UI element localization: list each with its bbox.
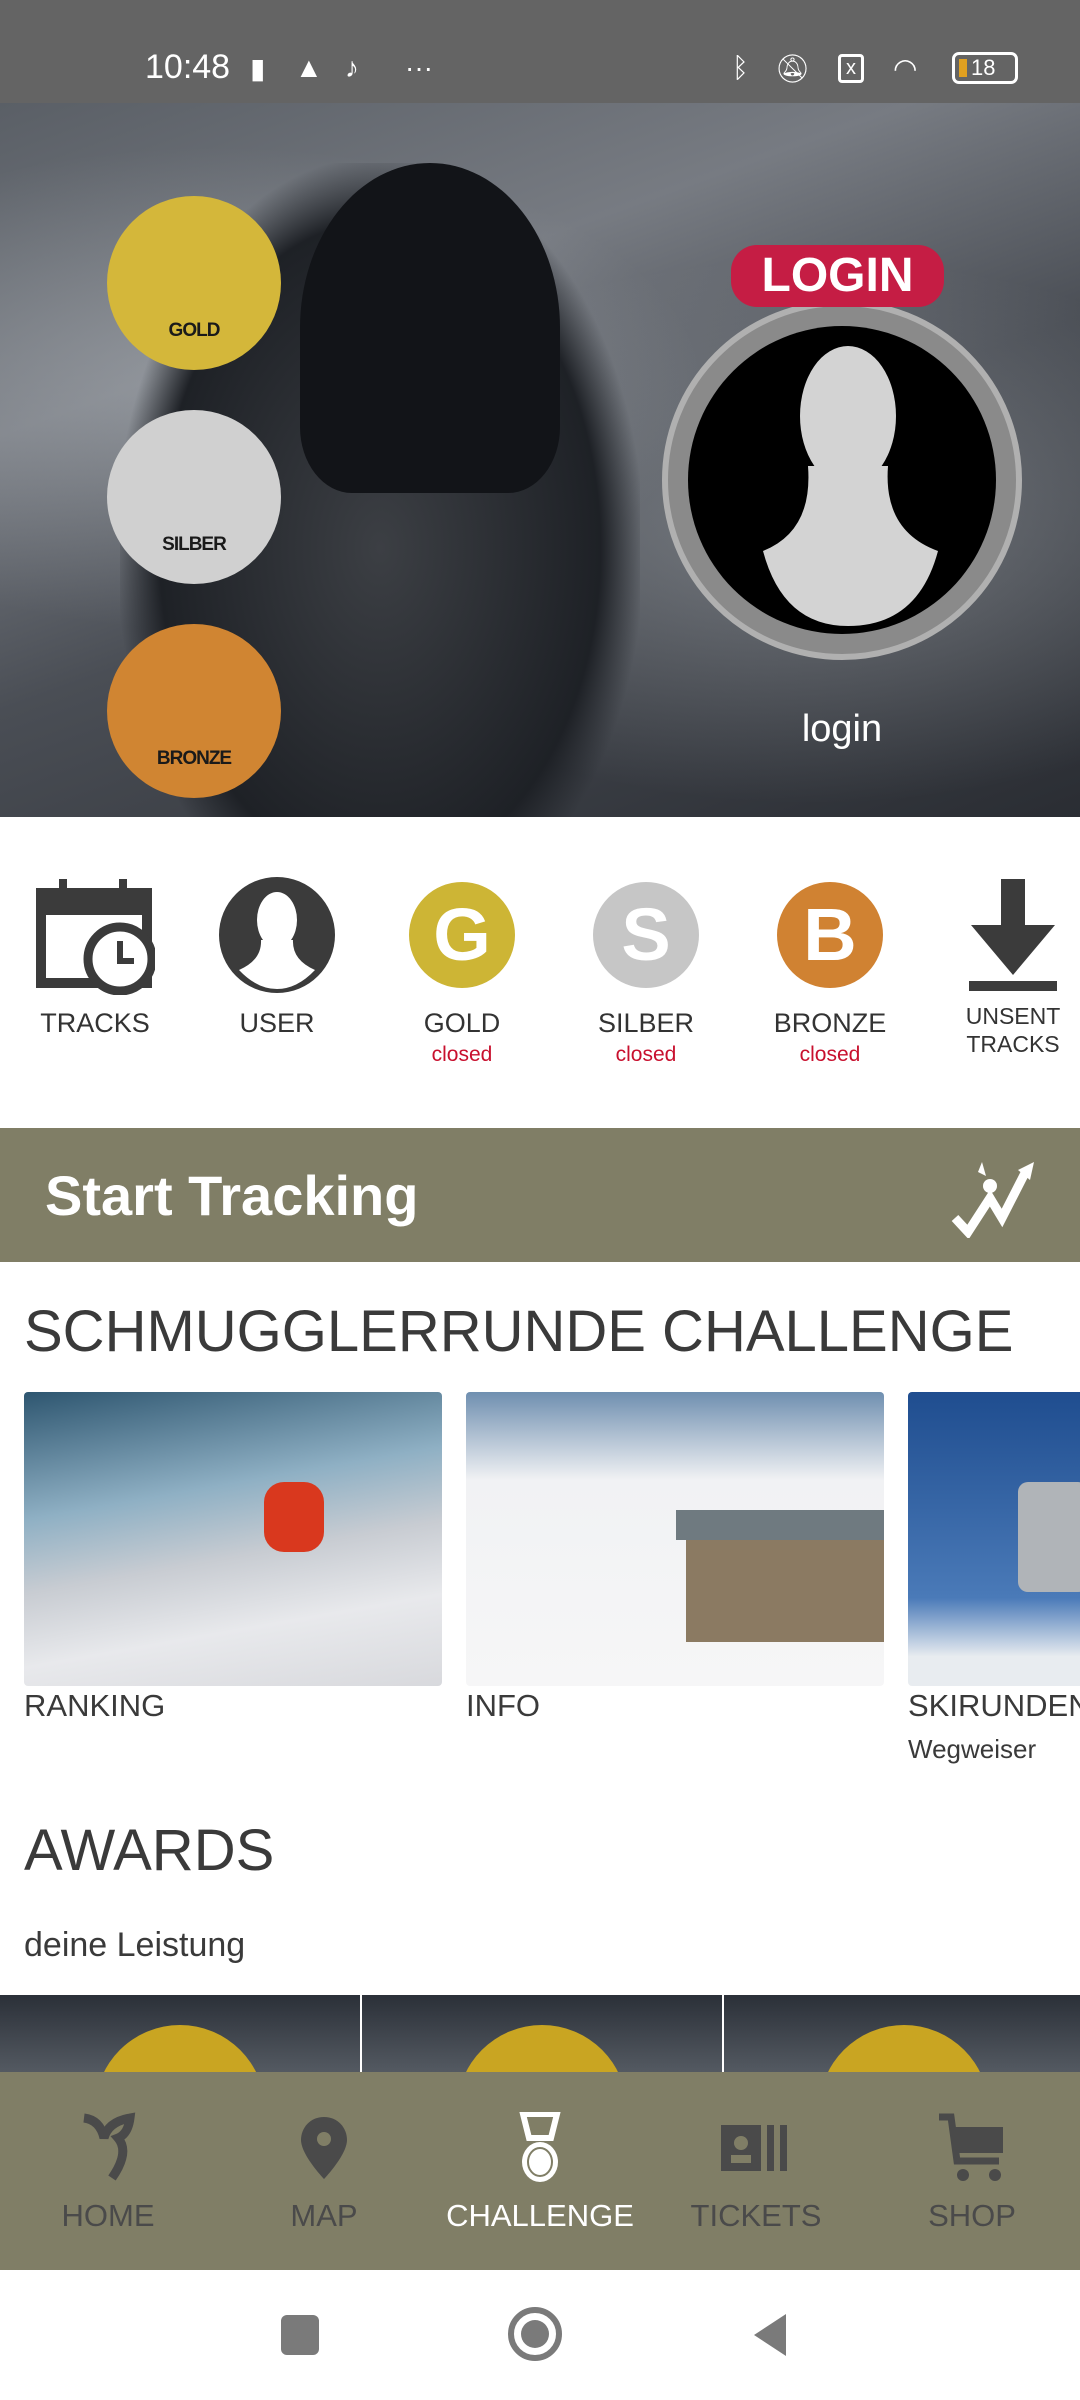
- bottom-nav: HOME MAP CHALLENGE TICKETS SHOP: [0, 2072, 1080, 2270]
- avatar[interactable]: [662, 300, 1022, 660]
- login-badge[interactable]: LOGIN: [731, 245, 944, 307]
- medal-label: GOLD: [168, 320, 221, 341]
- quick-silber[interactable]: S SILBER closed: [556, 870, 736, 1067]
- bronze-badge-icon: B: [777, 882, 883, 988]
- quick-unsent-tracks[interactable]: UNSENT TRACKS: [923, 870, 1080, 1058]
- nav-tickets[interactable]: TICKETS: [648, 2072, 864, 2270]
- no-sim-icon: x: [838, 54, 864, 83]
- status-time: 10:48: [145, 48, 231, 86]
- system-nav-bar: [0, 2270, 1080, 2400]
- phone-figure: [1018, 1482, 1080, 1592]
- hero-hat-image: [300, 163, 560, 493]
- status-closed: closed: [615, 1043, 677, 1066]
- challenge-title: SCHMUGGLERRUNDE CHALLENGE: [24, 1299, 1014, 1364]
- start-tracking-button[interactable]: Start Tracking: [0, 1128, 1080, 1262]
- card-skirunden-sublabel: Wegweiser: [908, 1734, 1037, 1764]
- gold-coin-icon: [819, 2025, 989, 2075]
- status-bar: 10:48 ▮ ▲ ♪ ··· ᛒ 🔕︎ x ◠ 18: [0, 0, 1080, 103]
- battery-level: 18: [971, 55, 996, 80]
- skier-figure: [264, 1482, 324, 1552]
- quick-label: GOLD: [423, 1008, 501, 1038]
- card-info-label[interactable]: INFO: [466, 1688, 540, 1724]
- home-logo-icon: [0, 2108, 216, 2188]
- nav-shop[interactable]: SHOP: [864, 2072, 1080, 2270]
- award-card[interactable]: [0, 1995, 360, 2075]
- hut-figure: [686, 1532, 884, 1642]
- gold-coin-icon: [457, 2025, 627, 2075]
- nav-map[interactable]: MAP: [216, 2072, 432, 2270]
- back-button[interactable]: [752, 2312, 788, 2358]
- awards-strip: [0, 1995, 1080, 2075]
- medal-label: BRONZE: [156, 748, 232, 769]
- medal-bronze[interactable]: BRONZE: [107, 624, 281, 798]
- warning-icon: ▲: [295, 52, 323, 83]
- card-ranking-image[interactable]: [24, 1392, 442, 1686]
- hut-roof: [676, 1510, 884, 1540]
- mute-icon: 🔕︎: [775, 53, 811, 84]
- more-icon: ···: [405, 52, 433, 83]
- medal-label: SILBER: [162, 534, 227, 555]
- battery-saver-icon: ▮: [250, 53, 266, 84]
- calendar-clock-icon: [30, 870, 160, 1000]
- battery-icon: 18: [952, 52, 1018, 84]
- home-button[interactable]: [508, 2307, 562, 2361]
- medal-gold[interactable]: GOLD: [107, 196, 281, 370]
- download-icon: [948, 870, 1078, 1000]
- quick-label: BRONZE: [773, 1008, 887, 1038]
- start-tracking-label: Start Tracking: [45, 1164, 419, 1227]
- card-info-image[interactable]: [466, 1392, 884, 1686]
- status-closed: closed: [799, 1043, 861, 1066]
- user-silhouette-icon: [763, 346, 938, 626]
- nav-home[interactable]: HOME: [0, 2072, 216, 2270]
- ticket-icon: [648, 2108, 864, 2188]
- user-icon: [212, 870, 342, 1000]
- cart-icon: [864, 2108, 1080, 2188]
- card-ranking-label[interactable]: RANKING: [24, 1688, 165, 1724]
- status-closed: closed: [431, 1043, 493, 1066]
- quick-bronze[interactable]: B BRONZE closed: [740, 870, 920, 1067]
- nav-label: SHOP: [928, 2198, 1016, 2233]
- gold-badge-icon: G: [409, 882, 515, 988]
- nav-label: MAP: [290, 2198, 358, 2233]
- quick-label: UNSENT TRACKS: [965, 1003, 1061, 1057]
- quick-user[interactable]: USER: [187, 870, 367, 1039]
- wifi-icon: ◠: [893, 53, 918, 84]
- tracking-activity-icon: [951, 1162, 1034, 1238]
- map-pin-icon: [216, 2108, 432, 2188]
- login-link[interactable]: login: [742, 708, 942, 751]
- quick-label: USER: [239, 1008, 315, 1038]
- award-card[interactable]: [724, 1995, 1080, 2075]
- award-card[interactable]: [362, 1995, 722, 2075]
- medal-icon: [432, 2108, 648, 2188]
- quick-tracks[interactable]: TRACKS: [5, 870, 185, 1039]
- card-skirunden-image[interactable]: [908, 1392, 1080, 1686]
- tiktok-icon: ♪: [345, 52, 359, 83]
- nav-label: CHALLENGE: [446, 2198, 634, 2233]
- card-skirunden-label[interactable]: SKIRUNDEN: [908, 1688, 1080, 1724]
- hero-banner: GOLD SILBER BRONZE LOGIN login: [0, 103, 1080, 817]
- nav-label: TICKETS: [690, 2198, 822, 2233]
- quick-label: SILBER: [597, 1008, 695, 1038]
- medal-silber[interactable]: SILBER: [107, 410, 281, 584]
- awards-subtitle: deine Leistung: [24, 1926, 246, 1964]
- nav-label: HOME: [61, 2198, 155, 2233]
- bluetooth-icon: ᛒ: [732, 52, 749, 83]
- awards-title: AWARDS: [24, 1818, 275, 1883]
- quick-label: TRACKS: [40, 1008, 150, 1038]
- avatar-inner: [688, 326, 996, 634]
- nav-challenge[interactable]: CHALLENGE: [432, 2072, 648, 2270]
- gold-coin-icon: [95, 2025, 265, 2075]
- silver-badge-icon: S: [593, 882, 699, 988]
- quick-gold[interactable]: G GOLD closed: [372, 870, 552, 1067]
- recents-button[interactable]: [281, 2315, 319, 2355]
